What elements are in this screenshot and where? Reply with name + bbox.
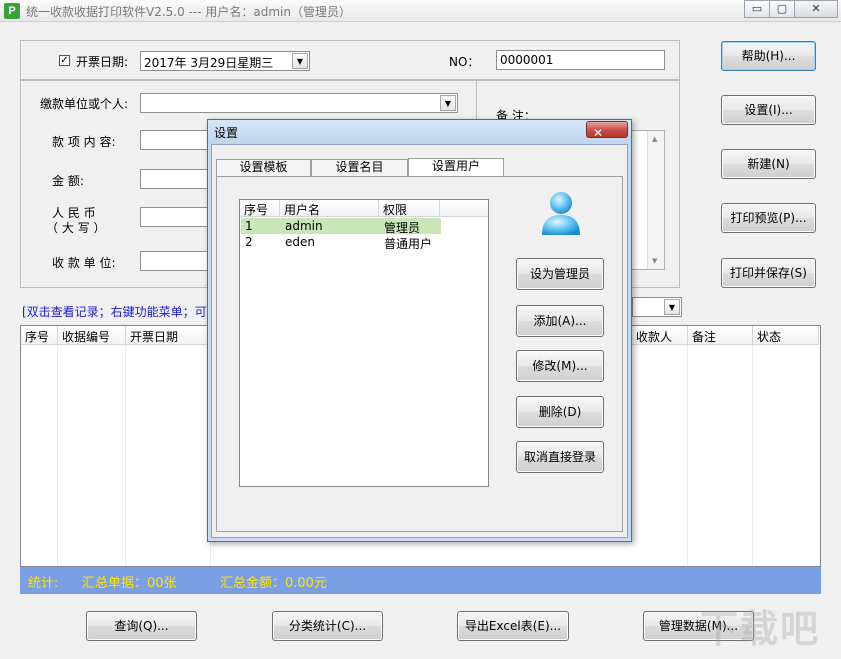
user-name: admin (285, 219, 323, 233)
category-stats-button[interactable]: 分类统计(C)... (272, 611, 383, 641)
chevron-down-icon[interactable]: ▼ (440, 95, 456, 111)
print-save-button[interactable]: 打印并保存(S) (721, 258, 816, 288)
tab-categories[interactable]: 设置名目 (311, 159, 408, 176)
col-header-index[interactable]: 序号 (21, 326, 58, 345)
user-index: 1 (245, 219, 253, 233)
payee-label: 收 款 单 位: (52, 256, 116, 270)
scroll-up-icon[interactable]: ▲ (652, 135, 657, 143)
rmb-label-sub: （ 大 写 ） (46, 221, 106, 235)
payee-field[interactable] (140, 251, 210, 271)
minimize-button[interactable]: ▭ (744, 0, 770, 18)
maximize-button[interactable]: ▢ (769, 0, 795, 18)
col-header-status[interactable]: 状态 (753, 326, 819, 345)
settings-button[interactable]: 设置(I)... (721, 95, 816, 125)
remarks-scrollbar[interactable]: ▲ ▼ (647, 131, 664, 269)
user-index: 2 (245, 235, 253, 249)
close-icon: ✕ (593, 126, 604, 140)
dialog-close-button[interactable]: ✕ (586, 121, 628, 140)
cancel-direct-login-button[interactable]: 取消直接登录 (516, 441, 604, 473)
summary-amount: 汇总金额：0.00元 (220, 576, 327, 591)
col-header-payee[interactable]: 收款人 (632, 326, 688, 345)
chevron-down-icon[interactable]: ▼ (664, 299, 680, 315)
amount-field[interactable] (140, 169, 210, 189)
user-col-index[interactable]: 序号 (240, 200, 280, 217)
help-button[interactable]: 帮助(H)... (721, 41, 816, 71)
close-icon: ✕ (811, 2, 821, 15)
dialog-title: 设置 (214, 126, 239, 140)
checkbox-checked-icon: ✓ (60, 55, 69, 66)
user-avatar-icon (539, 189, 583, 237)
query-button[interactable]: 查询(Q)... (86, 611, 197, 641)
grid-line (57, 345, 58, 566)
no-field[interactable]: 0000001 (496, 50, 665, 70)
col-header-invoice-date[interactable]: 开票日期 (126, 326, 211, 345)
remarks-field[interactable]: ▲ ▼ (630, 130, 665, 270)
payer-label: 缴款单位或个人: (40, 97, 129, 111)
grid-line (125, 345, 126, 566)
user-col-name[interactable]: 用户名 (280, 200, 379, 217)
set-admin-button[interactable]: 设为管理员 (516, 258, 604, 290)
user-col-role[interactable]: 权限 (379, 200, 440, 217)
users-table[interactable]: 序号 用户名 权限 1 admin 管理员 2 eden 普通用户 (239, 199, 489, 487)
print-preview-button[interactable]: 打印预览(P)... (721, 203, 816, 233)
users-tab-panel: 序号 用户名 权限 1 admin 管理员 2 eden 普通用户 设为管理员 … (216, 176, 623, 532)
rmb-uppercase-field[interactable] (140, 207, 210, 227)
item-label: 款 项 内 容: (52, 135, 116, 149)
edit-user-button[interactable]: 修改(M)... (516, 350, 604, 382)
summary-bar: 统计: 汇总单据：00张 汇总金额：0.00元 (20, 567, 821, 594)
invoice-date-picker[interactable]: 2017年 3月29日星期三 ▼ (140, 51, 310, 71)
user-col-filler (440, 200, 488, 217)
minimize-icon: ▭ (751, 2, 763, 15)
export-excel-button[interactable]: 导出Excel表(E)... (457, 611, 569, 641)
invoice-date-checkbox[interactable]: ✓ (59, 55, 70, 66)
user-role: 普通用户 (384, 237, 433, 251)
user-name: eden (285, 235, 315, 249)
new-button[interactable]: 新建(N) (721, 149, 816, 179)
col-header-receipt-no[interactable]: 收据编号 (58, 326, 126, 345)
dialog-body: 设置模板 设置名目 设置用户 序号 用户名 权限 1 admin 管理员 2 e… (211, 144, 628, 538)
grid-line (752, 345, 753, 566)
tab-template[interactable]: 设置模板 (216, 159, 311, 176)
app-icon: P (4, 3, 20, 19)
dialog-titlebar: 设置 ✕ (208, 120, 631, 144)
user-row[interactable]: 2 eden 普通用户 (241, 234, 441, 251)
tab-users[interactable]: 设置用户 (408, 158, 504, 176)
no-label: NO： (449, 55, 480, 69)
records-hint: [双击查看记录；右键功能菜单；可 (22, 305, 207, 319)
col-header-remarks[interactable]: 备注 (688, 326, 753, 345)
payer-combobox[interactable]: ▼ (140, 93, 458, 113)
invoice-date-label: 开票日期: (76, 55, 129, 69)
records-filter-combobox[interactable]: ▼ (632, 297, 682, 317)
scroll-down-icon[interactable]: ▼ (652, 257, 657, 265)
chevron-down-icon[interactable]: ▼ (292, 53, 308, 69)
add-user-button[interactable]: 添加(A)... (516, 305, 604, 337)
watermark-logo: 下载吧 (700, 607, 821, 651)
summary-count: 汇总单据：00张 (82, 576, 177, 591)
amount-label: 金 额: (52, 174, 84, 188)
close-button[interactable]: ✕ (794, 0, 838, 18)
settings-dialog: 设置 ✕ 设置模板 设置名目 设置用户 序号 用户名 权限 1 admin 管理… (207, 119, 632, 542)
delete-user-button[interactable]: 删除(D) (516, 396, 604, 428)
window-titlebar: P 统一收款收据打印软件V2.5.0 --- 用户名：admin（管理员） ▭ … (0, 0, 841, 22)
grid-line (687, 345, 688, 566)
window-title: 统一收款收据打印软件V2.5.0 --- 用户名：admin（管理员） (26, 5, 351, 19)
maximize-icon: ▢ (776, 2, 788, 15)
invoice-date-value: 2017年 3月29日星期三 (144, 56, 274, 70)
summary-label: 统计: (28, 576, 59, 591)
item-field[interactable] (140, 130, 210, 150)
user-row[interactable]: 1 admin 管理员 (241, 218, 441, 235)
